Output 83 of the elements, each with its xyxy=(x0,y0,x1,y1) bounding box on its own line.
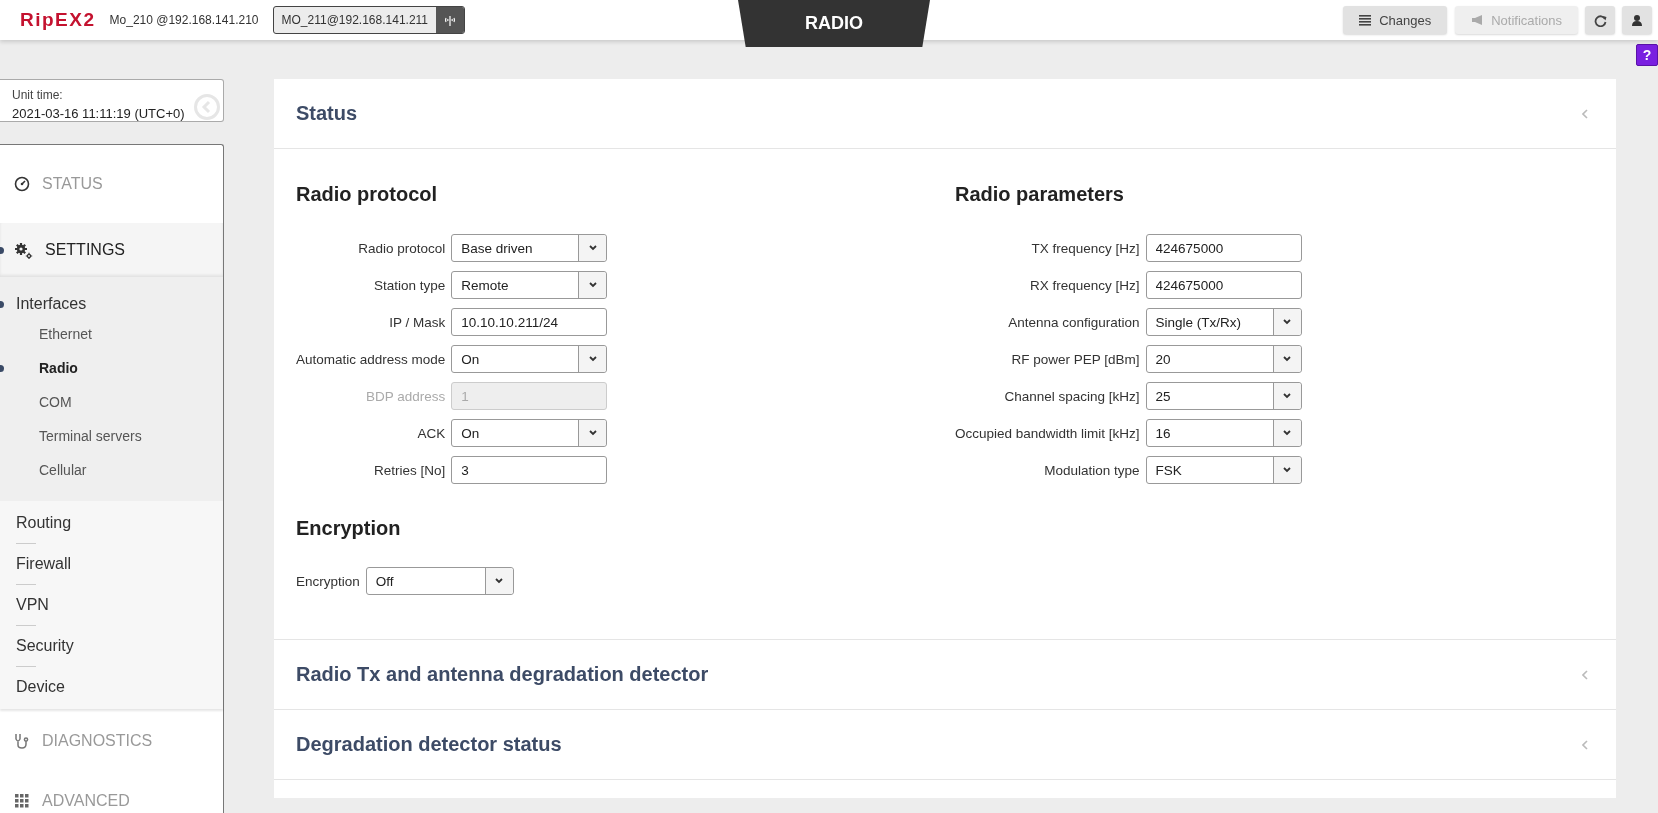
help-button[interactable]: ? xyxy=(1636,44,1658,66)
nav-item[interactable]: Device xyxy=(0,667,223,707)
field-label: Station type xyxy=(373,277,446,293)
nav-item[interactable]: Interfaces xyxy=(0,291,223,317)
stethoscope-icon xyxy=(14,733,30,749)
panel-header[interactable]: Status xyxy=(274,79,1616,149)
field-label: RF power PEP [dBm] xyxy=(1010,351,1140,367)
gauge-icon xyxy=(14,176,30,192)
section-title: Encryption xyxy=(296,517,402,540)
field-label: ACK xyxy=(416,425,446,441)
chevron-left-icon xyxy=(1582,669,1588,680)
field-label: Occupied bandwidth limit [kHz] xyxy=(955,425,1140,441)
unit-time-value: 2021-03-16 11:11:19 (UTC+0) xyxy=(12,106,185,121)
faded-circle-icon xyxy=(194,94,220,120)
user-icon xyxy=(1631,14,1643,26)
dropdown[interactable]: 16 xyxy=(1145,419,1302,447)
antenna-icon xyxy=(443,13,457,27)
field-label: IP / Mask xyxy=(388,314,446,330)
field-label: Channel spacing [kHz] xyxy=(1003,388,1140,404)
unit-time-label: Unit time: xyxy=(12,88,63,102)
nav-subitem[interactable]: Cellular xyxy=(0,453,223,487)
changes-button[interactable]: Changes xyxy=(1343,6,1448,34)
caret-icon xyxy=(588,245,597,251)
field-label: Encryption xyxy=(296,573,360,589)
logo: RipEX2 xyxy=(20,9,96,31)
section-title: Radio parameters xyxy=(955,183,1125,206)
caret-icon xyxy=(1283,319,1292,325)
panel-title: Degradation detector status xyxy=(296,733,562,756)
field-label: RX frequency [Hz] xyxy=(1029,277,1140,293)
dropdown[interactable]: 25 xyxy=(1145,382,1302,410)
dropdown[interactable]: On xyxy=(451,345,608,373)
dropdown[interactable]: Off xyxy=(365,567,514,595)
caret-icon xyxy=(588,430,597,436)
caret-icon xyxy=(1283,393,1292,399)
remote-unit-selector[interactable]: MO_211@192.168.141.211 xyxy=(272,6,465,34)
refresh-button[interactable] xyxy=(1585,6,1615,34)
field-label: Automatic address mode xyxy=(296,351,446,367)
grid-icon xyxy=(14,793,30,809)
caret-icon xyxy=(1283,467,1292,473)
nav-subitem[interactable]: Ethernet xyxy=(0,317,223,351)
page-title: RADIO xyxy=(738,0,930,47)
dropdown[interactable]: 20 xyxy=(1145,345,1302,373)
panel-title: Status xyxy=(296,102,358,125)
panel-header[interactable]: Radio Tx and antenna degradation detector xyxy=(274,640,1616,710)
dropdown[interactable]: On xyxy=(451,419,608,447)
panel-title: Radio Tx and antenna degradation detector xyxy=(296,663,709,686)
input-field[interactable]: 424675000 xyxy=(1145,271,1302,299)
gears-icon xyxy=(14,241,33,259)
input-field[interactable]: 3 xyxy=(451,456,608,484)
nav-subitem[interactable]: COM xyxy=(0,385,223,419)
nav-subitem[interactable]: Terminal servers xyxy=(0,419,223,453)
chevron-left-icon xyxy=(1582,108,1588,119)
nav-section[interactable]: SETTINGS xyxy=(0,223,223,277)
list-icon xyxy=(1359,14,1372,26)
nav-item[interactable]: Firewall xyxy=(0,544,223,584)
chevron-left-icon xyxy=(1582,739,1588,750)
megaphone-icon xyxy=(1471,14,1484,26)
refresh-icon xyxy=(1593,13,1607,27)
caret-icon xyxy=(1283,356,1292,362)
dropdown[interactable]: Base driven xyxy=(451,234,608,262)
field-label: Radio protocol xyxy=(357,240,446,256)
section-title: Radio protocol xyxy=(296,183,439,206)
caret-icon xyxy=(495,578,504,584)
nav-item[interactable]: Security xyxy=(0,626,223,666)
dropdown[interactable]: FSK xyxy=(1145,456,1302,484)
field-label: Modulation type xyxy=(1043,462,1140,478)
nav-item[interactable]: VPN xyxy=(0,585,223,625)
field-label: BDP address xyxy=(365,388,446,404)
field-label: Antenna configuration xyxy=(1007,314,1140,330)
user-button[interactable] xyxy=(1622,6,1652,34)
field-label: Retries [No] xyxy=(373,462,446,478)
caret-icon xyxy=(1283,430,1292,436)
caret-icon xyxy=(588,282,597,288)
dropdown[interactable]: Remote xyxy=(451,271,608,299)
input-field[interactable]: 10.10.10.211/24 xyxy=(451,308,608,336)
nav-item[interactable]: Routing xyxy=(0,503,223,543)
input-field[interactable]: 424675000 xyxy=(1145,234,1302,262)
local-unit-address: Mo_210 @192.168.141.210 xyxy=(109,13,259,27)
caret-icon xyxy=(588,356,597,362)
dropdown[interactable]: Single (Tx/Rx) xyxy=(1145,308,1302,336)
field-label: TX frequency [Hz] xyxy=(1030,240,1140,256)
nav-subitem[interactable]: Radio xyxy=(0,351,223,385)
panel-header[interactable]: Degradation detector status xyxy=(274,710,1616,780)
